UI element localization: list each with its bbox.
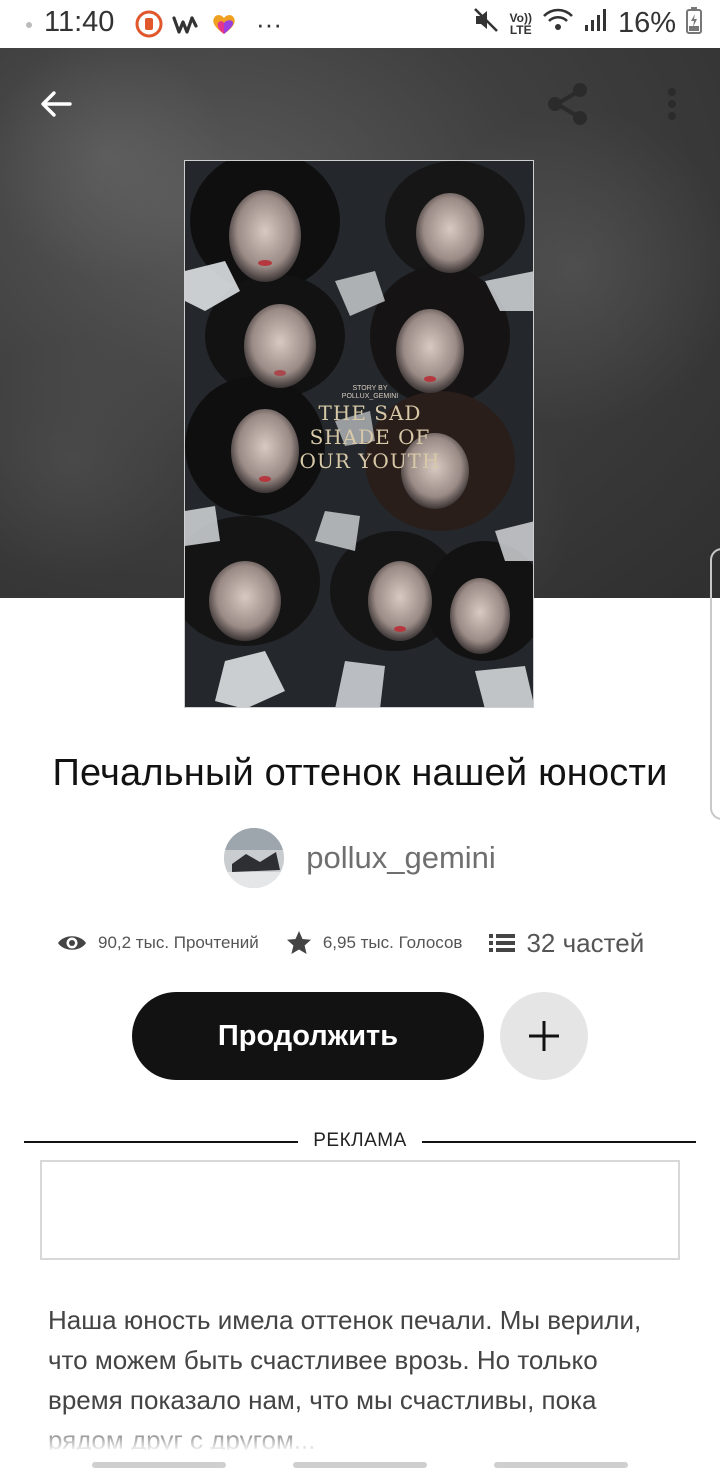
- eye-icon: [58, 936, 86, 950]
- continue-label: Продолжить: [217, 1019, 399, 1052]
- status-dot: [26, 22, 32, 28]
- likee-icon: [210, 8, 238, 40]
- votes-count: 6,95 тыс. Голосов: [322, 933, 463, 952]
- plus-icon: [529, 1021, 559, 1051]
- lte-label: LTE: [509, 22, 532, 37]
- cover-title-line3: OUR YOUTH: [299, 449, 441, 473]
- author-row[interactable]: pollux_gemini: [0, 828, 720, 888]
- status-right-group: Vo)) LTE 16%: [472, 6, 702, 41]
- star-icon: [286, 931, 311, 954]
- author-name[interactable]: pollux_gemini: [306, 840, 496, 876]
- more-options-button[interactable]: [652, 80, 692, 128]
- wifi-icon: [542, 6, 574, 41]
- reads-count: 90,2 тыс. Прочтений: [98, 933, 259, 952]
- continue-reading-button[interactable]: Продолжить: [132, 992, 484, 1080]
- more-vert-icon: [668, 88, 676, 120]
- ad-slot[interactable]: [40, 1160, 680, 1260]
- more-notifications-icon: ···: [256, 8, 282, 39]
- ad-divider-line-right: [422, 1141, 696, 1143]
- wattpad-icon: [172, 8, 200, 40]
- share-icon: [548, 83, 587, 125]
- nav-pill-center[interactable]: [293, 1462, 427, 1468]
- ad-divider: РЕКЛАМА: [24, 1130, 696, 1154]
- story-cover[interactable]: STORY BY POLLUX_GEMINI THE SAD SHADE OF …: [184, 160, 534, 708]
- status-bar: 11:40 ··· Vo)) LTE 16%: [0, 0, 720, 48]
- notification-app-icon: [134, 8, 164, 40]
- status-time: 11:40: [44, 6, 115, 38]
- nav-pill-right[interactable]: [494, 1462, 628, 1468]
- volte-indicator: Vo)) LTE: [510, 12, 532, 36]
- add-to-library-button[interactable]: [500, 992, 588, 1080]
- description-fade: [0, 1422, 720, 1452]
- share-button[interactable]: [540, 76, 596, 132]
- signal-icon: [584, 7, 608, 40]
- arrow-left-icon: [41, 91, 72, 117]
- parts-count[interactable]: 32 частей: [526, 928, 644, 959]
- back-button[interactable]: [32, 80, 80, 128]
- nav-pill-left[interactable]: [92, 1462, 226, 1468]
- cover-title-line2: SHADE OF: [309, 425, 431, 449]
- reads-stat: 90,2 тыс. Прочтений: [56, 931, 259, 955]
- battery-icon: [686, 6, 702, 41]
- battery-percent: 16%: [617, 7, 676, 39]
- votes-stat: 6,95 тыс. Голосов: [285, 929, 463, 957]
- cover-title-line1: THE SAD: [318, 401, 422, 425]
- parts-stat[interactable]: 32 частей: [488, 928, 644, 959]
- author-avatar[interactable]: [224, 828, 285, 888]
- volte-label: Vo)): [509, 10, 532, 25]
- mute-icon: [472, 6, 500, 41]
- story-stats: 90,2 тыс. Прочтений 6,95 тыс. Голосов 32…: [56, 920, 676, 966]
- list-icon: [489, 934, 516, 952]
- system-nav-bar: [0, 1452, 720, 1480]
- cover-credit: STORY BY POLLUX_GEMINI: [341, 385, 399, 400]
- story-title: Печальный оттенок нашей юности: [52, 752, 668, 794]
